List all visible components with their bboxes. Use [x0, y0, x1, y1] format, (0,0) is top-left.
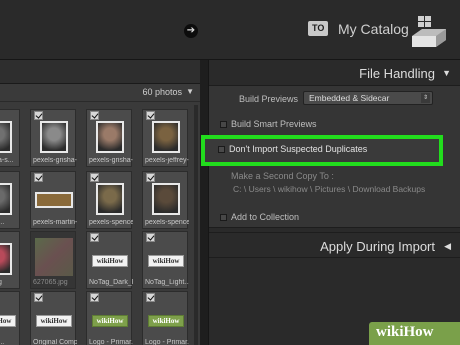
include-checkbox[interactable]	[146, 233, 155, 242]
photo-filename: pexels-spencer...	[89, 219, 133, 226]
photo-cell[interactable]: ...49.jpg	[0, 231, 20, 289]
photo-thumbnail	[96, 121, 124, 153]
build-previews-select[interactable]: Embedded & Sidecar ⇕	[303, 91, 433, 105]
arrow-right-icon[interactable]: ➔	[184, 24, 198, 38]
add-to-collection-label: Add to Collection	[231, 212, 300, 222]
photo-filename: Original Comp...	[33, 339, 77, 345]
include-checkbox[interactable]	[90, 111, 99, 120]
import-top-bar: ➔ TO My Catalog	[0, 0, 460, 60]
photo-thumbnail: wikiHow	[92, 255, 128, 267]
photo-cell[interactable]: pexels-grisha-s...	[86, 109, 133, 167]
photo-filename: pexels-martin-...	[33, 219, 77, 226]
photo-thumbnail: wikiHow	[36, 315, 72, 327]
photo-cell[interactable]: pexels-jeffrey-r...	[142, 109, 189, 167]
include-checkbox[interactable]	[34, 111, 43, 120]
photo-thumbnail	[40, 121, 68, 153]
watermark-text: wikiHow	[376, 324, 434, 340]
file-handling-title: File Handling	[359, 66, 435, 81]
add-to-collection-checkbox[interactable]	[220, 214, 227, 221]
include-checkbox[interactable]	[90, 173, 99, 182]
photo-filename: ...Logo...	[0, 339, 5, 345]
photo-thumbnail: wikiHow	[148, 315, 184, 327]
photo-cell[interactable]: ...artin-...	[0, 171, 20, 229]
photo-cell[interactable]: wikiHow NoTag_Light...	[142, 231, 189, 289]
smart-previews-label: Build Smart Previews	[231, 119, 317, 129]
photo-thumbnail	[152, 121, 180, 153]
photo-cell[interactable]: 627065.jpg	[30, 231, 76, 289]
build-previews-label: Build Previews	[239, 94, 299, 104]
photo-thumbnail	[35, 238, 73, 276]
photo-filename: Logo - Primar...	[89, 339, 133, 345]
triangle-left-icon: ◀	[444, 241, 451, 251]
photo-thumbnail: wikiHow	[148, 255, 184, 267]
grid-header: 60 photos ▼	[0, 84, 200, 102]
photo-filename: ...rigsha-s...	[0, 157, 14, 164]
apply-import-header[interactable]: Apply During Import ◀	[209, 232, 460, 258]
include-checkbox[interactable]	[146, 173, 155, 182]
photo-filename: ...artin-...	[0, 219, 5, 226]
photo-cell[interactable]: wikiHow ...Logo...	[0, 291, 20, 345]
photo-thumbnail	[0, 243, 12, 275]
photo-filename: NoTag_Light...	[145, 279, 189, 286]
build-previews-value: Embedded & Sidecar	[309, 93, 390, 103]
grid-scrollbar[interactable]	[194, 105, 198, 345]
grid-toolbar	[0, 60, 200, 84]
right-panel: File Handling ▼ Build Previews Embedded …	[208, 60, 460, 345]
photo-thumbnail: wikiHow	[92, 315, 128, 327]
apply-import-title: Apply During Import	[320, 239, 435, 254]
photo-count: 60 photos	[142, 87, 182, 97]
triangle-down-icon: ▼	[442, 68, 451, 78]
include-checkbox[interactable]	[90, 233, 99, 242]
photo-filename: pexels-grisha-s...	[89, 157, 133, 164]
photo-filename: ...49.jpg	[0, 279, 21, 286]
file-handling-header[interactable]: File Handling ▼	[209, 60, 460, 86]
photo-filename: pexels-jeffrey-r...	[145, 157, 189, 164]
photo-filename: NoTag_Dark_P...	[89, 279, 133, 286]
photo-cell[interactable]: wikiHow NoTag_Dark_P...	[86, 231, 133, 289]
include-checkbox[interactable]	[146, 293, 155, 302]
photo-cell[interactable]: wikiHow Original Comp...	[30, 291, 77, 345]
photo-filename: pexels-spencer...	[145, 219, 189, 226]
photo-cell[interactable]: wikiHow Logo - Primar...	[86, 291, 133, 345]
wikihow-watermark: wikiHow	[369, 322, 460, 345]
photo-thumbnail	[35, 192, 73, 208]
photo-thumbnail	[0, 121, 12, 153]
duplicates-highlight-box[interactable]: Don't Import Suspected Duplicates	[201, 135, 443, 166]
include-checkbox[interactable]	[34, 293, 43, 302]
photo-cell[interactable]: ...rigsha-s...	[0, 109, 20, 167]
second-copy-label: Make a Second Copy To :	[231, 171, 334, 181]
smart-previews-checkbox[interactable]	[220, 121, 227, 128]
photo-thumbnail	[96, 183, 124, 215]
triangle-down-icon[interactable]: ▼	[186, 87, 194, 96]
include-checkbox[interactable]	[146, 111, 155, 120]
catalog-name[interactable]: My Catalog	[338, 21, 409, 37]
photo-thumbnail	[0, 183, 12, 215]
photo-cell[interactable]: pexels-spencer...	[86, 171, 133, 229]
photo-filename: 627065.jpg	[33, 279, 68, 286]
photo-thumbnail: wikiHow	[0, 315, 16, 327]
photo-filename: pexels-grisha-s...	[33, 157, 77, 164]
photo-grid-panel: 60 photos ▼ ...rigsha-s... pexels-grisha-…	[0, 60, 200, 345]
dont-import-duplicates-label: Don't Import Suspected Duplicates	[229, 144, 368, 154]
select-arrows-icon: ⇕	[421, 93, 430, 103]
photo-cell[interactable]: wikiHow Logo - Primar...	[142, 291, 189, 345]
photo-thumbnail	[152, 183, 180, 215]
photo-cell[interactable]: pexels-grisha-s...	[30, 109, 77, 167]
to-badge: TO	[308, 21, 329, 36]
photo-filename: Logo - Primar...	[145, 339, 189, 345]
include-checkbox[interactable]	[34, 173, 43, 182]
dont-import-duplicates-checkbox[interactable]	[218, 146, 225, 153]
photo-cell[interactable]: pexels-martin-...	[30, 171, 77, 229]
photo-cell[interactable]: pexels-spencer...	[142, 171, 189, 229]
hard-drive-icon[interactable]	[408, 14, 448, 50]
include-checkbox[interactable]	[90, 293, 99, 302]
copy-path[interactable]: C: \ Users \ wikihow \ Pictures \ Downlo…	[233, 184, 425, 194]
